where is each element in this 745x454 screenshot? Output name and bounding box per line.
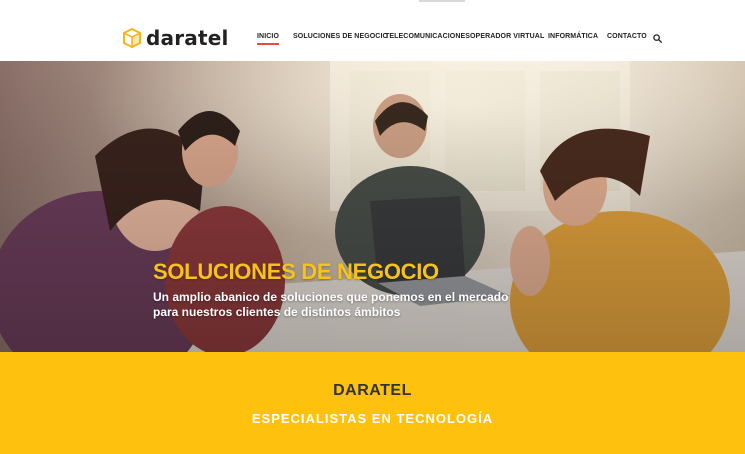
hero-subtitle-line2: para nuestros clientes de distintos ámbi… (153, 305, 401, 319)
hero-subtitle-line1: Un amplio abanico de soluciones que pone… (153, 290, 509, 304)
header-accent-line (419, 0, 465, 2)
nav-item-soluciones[interactable]: SOLUCIONES DE NEGOCIO (293, 33, 388, 40)
site-header: daratel INICIO SOLUCIONES DE NEGOCIO TEL… (0, 0, 745, 61)
nav-item-contacto[interactable]: CONTACTO (607, 33, 647, 40)
search-icon[interactable] (653, 34, 662, 43)
nav-item-telecomunicaciones[interactable]: TELECOMUNICACIONES (385, 33, 470, 40)
band-title: DARATEL (333, 382, 412, 399)
nav-item-operador-virtual[interactable]: OPERADOR VIRTUAL (470, 33, 544, 40)
tagline-band: DARATEL ESPECIALISTAS EN TECNOLOGÍA (0, 352, 745, 454)
hero-banner: SOLUCIONES DE NEGOCIO Un amplio abanico … (0, 61, 745, 352)
nav-item-inicio[interactable]: INICIO (257, 33, 279, 45)
hero-title: SOLUCIONES DE NEGOCIO (153, 259, 439, 284)
nav-item-informatica[interactable]: INFORMÁTICA (548, 33, 598, 40)
band-subtitle: ESPECIALISTAS EN TECNOLOGÍA (251, 411, 494, 426)
main-nav: INICIO SOLUCIONES DE NEGOCIO TELECOMUNIC… (0, 33, 745, 47)
